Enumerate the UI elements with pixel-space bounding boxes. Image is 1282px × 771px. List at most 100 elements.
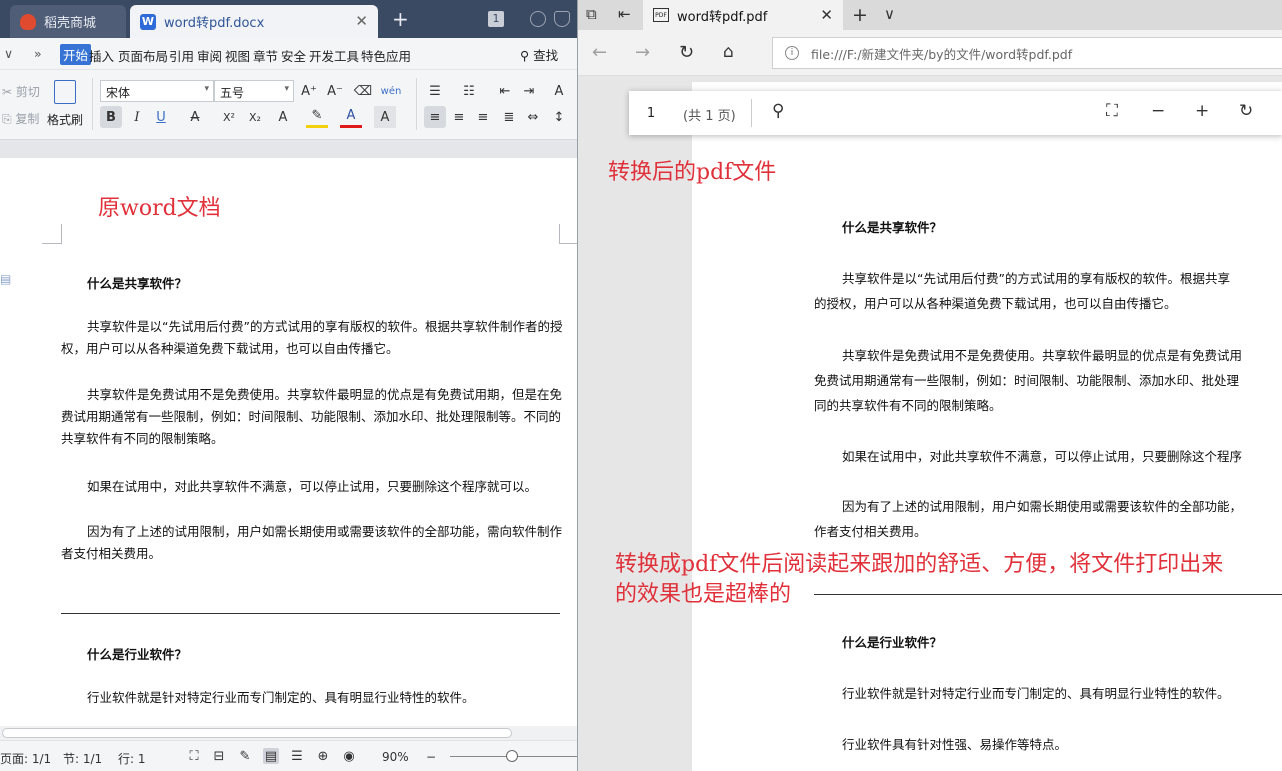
menu-special-apps[interactable]: 特色应用 [361,46,411,65]
set-tabs-aside-icon[interactable]: ⇤ [618,5,631,23]
italic-button[interactable]: I [126,106,148,128]
bullet-list-icon[interactable]: ☰ [424,80,446,102]
copy-button[interactable]: ⎘ 复制 [2,110,39,127]
decrease-indent-icon[interactable]: ⇤ [494,80,516,102]
paragraph-handle-icon[interactable]: ▤ [0,272,14,286]
distributed-align-icon[interactable]: ⇔ [522,106,544,128]
grow-font-icon[interactable]: A⁺ [298,80,320,102]
zoom-slider-knob[interactable] [506,750,518,762]
zoom-in-icon[interactable]: + [1195,101,1209,121]
justify-icon[interactable]: ≣ [498,106,520,128]
word-doc-icon: W [140,13,156,30]
pinyin-guide-button[interactable]: wén [380,80,402,102]
numbered-list-icon[interactable]: ☷ [458,80,480,102]
new-tab-button[interactable]: + [392,7,409,31]
menu-insert[interactable]: 插入 [89,46,114,65]
address-bar[interactable]: i file:///F:/新建文件夹/by的文件/word转pdf.pdf [772,37,1282,69]
shrink-font-icon[interactable]: A⁻ [324,80,346,102]
menu-view[interactable]: 视图 [225,46,250,65]
font-size-select[interactable]: 五号 ▾ [214,80,294,102]
menu-page-layout[interactable]: 页面布局 [118,46,168,65]
home-icon[interactable]: ⌂ [723,42,734,62]
fullscreen-icon[interactable]: ⛶ [186,748,202,764]
highlight-color-icon[interactable]: ✎ [306,106,328,128]
horizontal-rule [814,594,1282,595]
new-tab-icon[interactable]: + [852,4,868,26]
zoom-out-icon[interactable]: − [1151,101,1165,121]
clear-format-icon[interactable]: ⌫ [352,80,374,102]
copy-label: 复制 [15,112,40,126]
increase-indent-icon[interactable]: ⇥ [518,80,540,102]
menu-search[interactable]: ⚲ 查找 [520,45,558,64]
font-name-select[interactable]: 宋体 ▾ [100,80,214,102]
subscript-button[interactable]: X₂ [244,106,266,128]
doc-paragraph: 行业软件就是针对特定行业而专门制定的、具有明显行业特性的软件。 [87,690,475,705]
skin-icon[interactable] [554,11,570,27]
margin-corner-mark [559,224,577,244]
zoom-out-icon[interactable]: − [426,750,436,764]
search-icon[interactable]: ⚲ [772,101,784,121]
edit-mode-icon[interactable]: ✎ [237,748,253,764]
bold-button[interactable]: B [100,106,122,128]
tab-word-document[interactable]: W word转pdf.docx ✕ [130,5,378,38]
window-count-badge[interactable]: 1 [488,11,504,27]
reading-mode-icon[interactable]: ⊟ [211,748,227,764]
menu-home[interactable]: 开始 [60,44,92,65]
tab-list-chevron-icon[interactable]: ∨ [884,5,895,23]
strikethrough-button[interactable]: A [184,106,206,128]
menu-security[interactable]: 安全 [281,46,306,65]
horizontal-scrollbar[interactable] [0,726,577,740]
cut-button[interactable]: ✂ 剪切 [2,83,40,100]
text-effect-icon[interactable]: A [272,106,294,128]
scrollbar-thumb[interactable] [2,728,512,738]
align-center-icon[interactable]: ≡ [448,106,470,128]
font-color-button[interactable]: A [340,106,362,128]
info-icon[interactable]: i [785,46,799,60]
close-tab-icon[interactable]: ✕ [820,6,833,24]
outline-view-icon[interactable]: ☰ [289,748,305,764]
toolbar-divider [751,99,752,127]
eye-care-icon[interactable]: ◉ [341,748,357,764]
zoom-level[interactable]: 90% [382,750,409,764]
fit-page-icon[interactable]: ⛶ [1106,101,1118,121]
font-size-value: 五号 [220,86,245,100]
tab-actions-icon[interactable]: ⧉ [586,5,597,23]
annotation-original-word: 原word文档 [98,196,221,221]
pdf-text-line: 的授权，用户可以从各种渠道免费下载试用，也可以自由传播它。 [814,296,1177,311]
text-direction-icon[interactable]: A [548,80,570,102]
search-label: 查找 [533,48,559,63]
align-left-icon[interactable]: ≡ [424,106,446,128]
pdf-toolbar: 1 (共 1 页) ⚲ ⛶ − + ↻ [629,91,1282,135]
settings-icon[interactable] [530,11,546,27]
refresh-icon[interactable]: ↻ [679,42,694,63]
menu-developer-tools[interactable]: 开发工具 [309,46,359,65]
menu-references[interactable]: 引用 [169,46,194,65]
pdf-text-line: 如果在试用中，对此共享软件不满意，可以停止试用，只要删除这个程序 [842,449,1243,464]
char-shading-button[interactable]: A [374,106,396,128]
tab-pdf-document[interactable]: PDF word转pdf.pdf ✕ [643,0,843,30]
edge-navigation-bar: ← → ↻ ⌂ i file:///F:/新建文件夹/by的文件/word转pd… [578,30,1282,76]
rotate-icon[interactable]: ↻ [1239,101,1253,121]
menu-chapter[interactable]: 章节 [253,46,278,65]
format-painter-label[interactable]: 格式刷 [47,111,83,128]
menu-more-icon[interactable]: » [34,46,42,61]
chevron-down-icon: ▾ [204,84,209,94]
tab-daoke-store[interactable]: 稻壳商城 [10,5,126,38]
pdf-heading-shareware: 什么是共享软件？ [842,220,943,235]
menu-collapse-icon[interactable]: ∨ [4,46,13,61]
pdf-page: 什么是共享软件？ 共享软件是以“先试用后付费”的方式试用的享有版权的软件。根据共… [692,82,1282,771]
line-spacing-icon[interactable]: ↕ [548,106,570,128]
web-view-icon[interactable]: ⊕ [315,748,331,764]
format-painter-icon[interactable] [54,80,76,104]
back-arrow-icon[interactable]: ← [592,42,607,63]
underline-button[interactable]: U [150,106,172,128]
page-number-input[interactable]: 1 [629,91,673,135]
status-section: 节: 1/1 [63,752,103,766]
align-right-icon[interactable]: ≡ [472,106,494,128]
superscript-button[interactable]: X² [218,106,240,128]
forward-arrow-icon[interactable]: → [635,42,650,63]
menu-review[interactable]: 审阅 [197,46,222,65]
pdf-heading-industry-software: 什么是行业软件？ [842,635,943,650]
close-tab-icon[interactable]: ✕ [355,12,368,30]
page-view-icon[interactable]: ▤ [263,748,279,764]
